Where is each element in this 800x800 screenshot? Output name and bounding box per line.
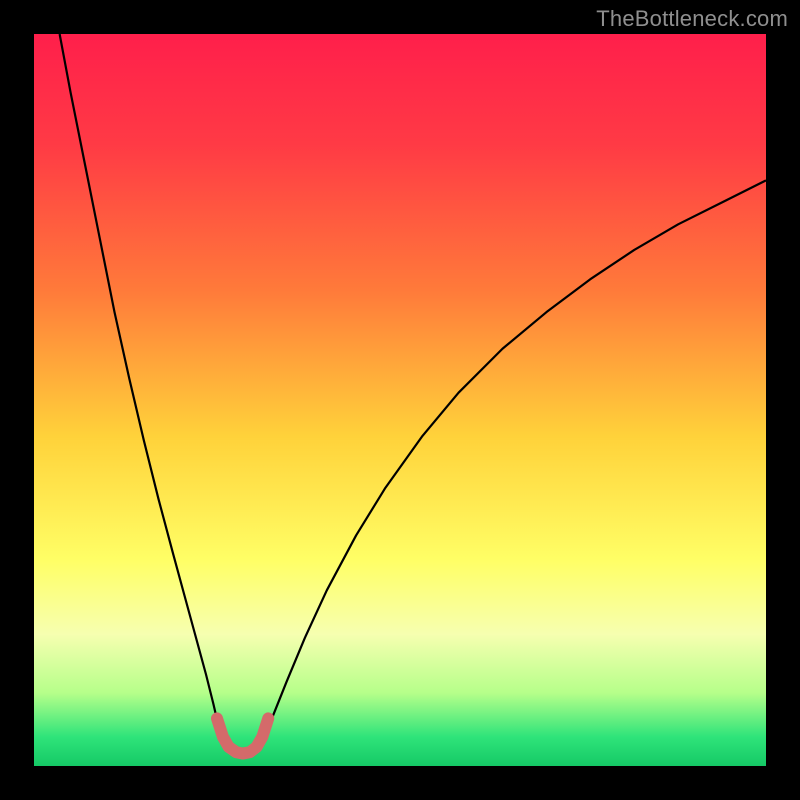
plot-area bbox=[34, 34, 766, 766]
chart-svg bbox=[34, 34, 766, 766]
watermark-text: TheBottleneck.com bbox=[596, 6, 788, 32]
gradient-background bbox=[34, 34, 766, 766]
chart-frame: TheBottleneck.com bbox=[0, 0, 800, 800]
